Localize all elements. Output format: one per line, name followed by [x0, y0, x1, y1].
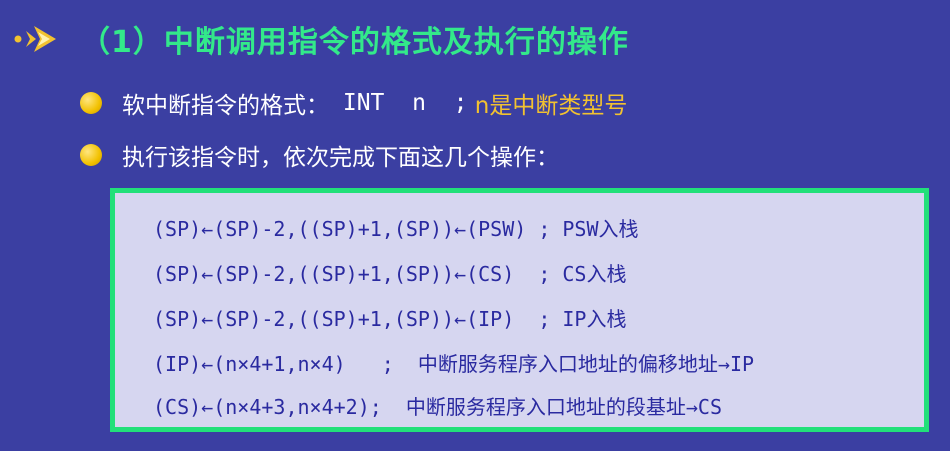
title-row: （1）中断调用指令的格式及执行的操作	[12, 14, 629, 64]
format-note: n是中断类型号	[467, 93, 628, 119]
execute-label: 执行该指令时，依次完成下面这几个操作：	[122, 145, 559, 171]
operations-box: (SP)←(SP)-2,((SP)+1,(SP))←(PSW) ; PSW入栈 …	[110, 188, 929, 432]
operation-line-ip: (SP)←(SP)-2,((SP)+1,(SP))←(IP) ; IP入栈	[153, 307, 627, 331]
page-title: （1）中断调用指令的格式及执行的操作	[80, 25, 629, 60]
operation-line-ip-load: (IP)←(n×4+1,n×4) ; 中断服务程序入口地址的偏移地址→IP	[153, 352, 755, 376]
bullet-format: 软中断指令的格式： INT n ; n是中断类型号	[80, 86, 627, 120]
bullet-dot-icon	[80, 144, 102, 166]
arrow-icon	[14, 26, 56, 52]
format-code: INT n ;	[329, 90, 468, 116]
operation-line-cs-load: (CS)←(n×4+3,n×4+2); 中断服务程序入口地址的段基址→CS	[153, 395, 722, 419]
operation-line-psw: (SP)←(SP)-2,((SP)+1,(SP))←(PSW) ; PSW入栈	[153, 217, 639, 241]
bullet-execute: 执行该指令时，依次完成下面这几个操作：	[80, 138, 559, 172]
bullet-dot-icon	[80, 92, 102, 114]
format-label: 软中断指令的格式：	[122, 93, 329, 119]
operation-line-cs: (SP)←(SP)-2,((SP)+1,(SP))←(CS) ; CS入栈	[153, 262, 627, 286]
